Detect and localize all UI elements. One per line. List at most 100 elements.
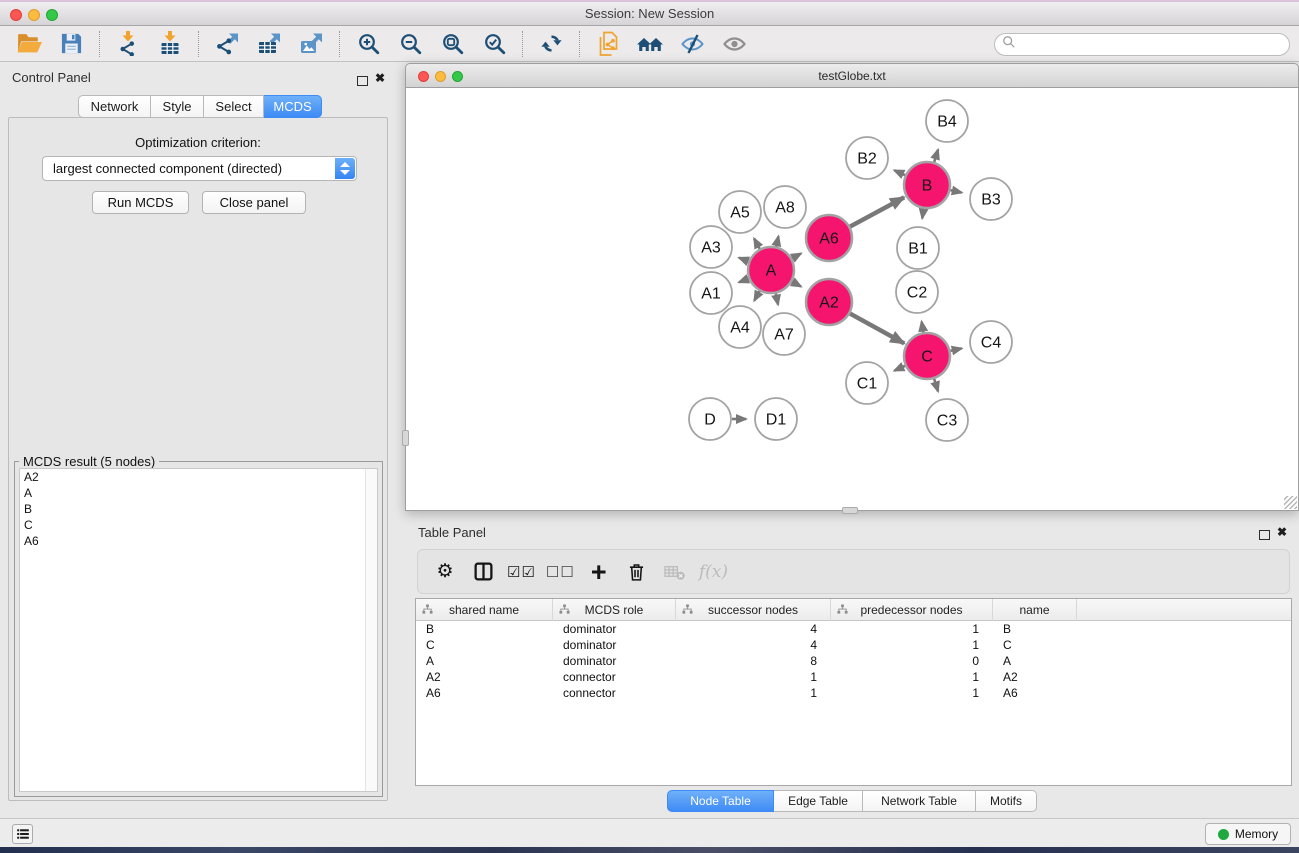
import-network-icon[interactable] (107, 29, 149, 59)
table-panel-float-icon[interactable] (1259, 527, 1270, 545)
settings-icon[interactable]: ⚙ (428, 556, 462, 588)
graph-edge-B-B2[interactable] (894, 170, 905, 175)
select-all-icon[interactable]: ☑☑ (504, 556, 539, 588)
graph-edge-A2-C[interactable] (850, 314, 904, 344)
import-table-icon[interactable] (149, 29, 191, 59)
column-header-predecessor-nodes[interactable]: predecessor nodes (831, 599, 993, 621)
zoom-selected-icon[interactable] (473, 29, 515, 59)
mcds-result-item[interactable]: A2 (20, 469, 377, 485)
task-history-button[interactable] (12, 824, 33, 844)
control-panel-float-icon[interactable] (357, 73, 368, 91)
tab-edge-table[interactable]: Edge Table (774, 790, 863, 812)
zoom-fit-icon[interactable] (431, 29, 473, 59)
graph-node-D[interactable]: D (689, 398, 731, 440)
hide-selected-icon[interactable] (671, 29, 713, 59)
column-header-shared-name[interactable]: shared name (416, 599, 553, 621)
graph-node-C1[interactable]: C1 (846, 362, 888, 404)
table-panel-close-icon[interactable]: ✖ (1277, 525, 1287, 539)
graph-node-B4[interactable]: B4 (926, 100, 968, 142)
graph-edge-A-A4[interactable] (754, 291, 759, 301)
zoom-in-icon[interactable] (347, 29, 389, 59)
graph-node-A3[interactable]: A3 (690, 226, 732, 268)
mcds-result-scrollbar[interactable] (365, 469, 377, 791)
graph-edge-A-A5[interactable] (754, 238, 760, 248)
graph-edge-A-A3[interactable] (739, 258, 749, 262)
search-input[interactable] (1016, 36, 1289, 54)
tab-select[interactable]: Select (204, 95, 264, 118)
graph-edge-B-B1[interactable] (922, 209, 923, 219)
graph-node-A4[interactable]: A4 (719, 306, 761, 348)
delete-row-icon[interactable] (620, 556, 654, 588)
export-table-icon[interactable] (248, 29, 290, 59)
graph-node-A2[interactable]: A2 (806, 279, 852, 325)
table-row[interactable]: A2connector11A2 (416, 669, 1291, 685)
memory-button[interactable]: Memory (1205, 823, 1291, 845)
graph-edge-C-C4[interactable] (950, 348, 961, 350)
tab-network[interactable]: Network (78, 95, 151, 118)
new-network-from-selection-icon[interactable] (587, 29, 629, 59)
graph-node-C[interactable]: C (904, 333, 950, 379)
panel-splitter-handle-left[interactable] (402, 430, 409, 446)
window-resize-grip[interactable] (1284, 496, 1297, 509)
graph-node-B3[interactable]: B3 (970, 178, 1012, 220)
table-row[interactable]: Cdominator41C (416, 637, 1291, 653)
column-header-successor-nodes[interactable]: successor nodes (676, 599, 831, 621)
tab-mcds[interactable]: MCDS (264, 95, 322, 118)
column-header-name[interactable]: name (993, 599, 1077, 621)
optimization-criterion-dropdown[interactable]: largest connected component (directed) (42, 156, 357, 181)
mcds-result-item[interactable]: C (20, 517, 377, 533)
tab-style[interactable]: Style (151, 95, 204, 118)
graph-node-B[interactable]: B (904, 162, 950, 208)
network-window-titlebar[interactable]: testGlobe.txt (405, 63, 1299, 88)
graph-node-A5[interactable]: A5 (719, 191, 761, 233)
export-image-icon[interactable] (290, 29, 332, 59)
graph-node-A[interactable]: A (748, 247, 794, 293)
tab-network-table[interactable]: Network Table (863, 790, 976, 812)
table-row[interactable]: A6connector11A6 (416, 685, 1291, 701)
zoom-out-icon[interactable] (389, 29, 431, 59)
tab-motifs[interactable]: Motifs (976, 790, 1037, 812)
columns-icon[interactable] (466, 556, 500, 588)
graph-node-B1[interactable]: B1 (897, 227, 939, 269)
show-all-icon[interactable] (713, 29, 755, 59)
graph-edge-B-B3[interactable] (950, 190, 961, 192)
refresh-layout-icon[interactable] (530, 29, 572, 59)
graph-edge-A6-B[interactable] (850, 197, 904, 226)
panel-splitter-handle-bottom[interactable] (842, 507, 858, 514)
deselect-all-icon[interactable]: ☐☐ (543, 556, 578, 588)
mcds-result-list[interactable]: A2ABCA6 (19, 468, 378, 792)
open-session-icon[interactable] (8, 29, 50, 59)
mcds-result-item[interactable]: A6 (20, 533, 377, 549)
table-row[interactable]: Adominator80A (416, 653, 1291, 669)
table-row[interactable]: Bdominator41B (416, 621, 1291, 637)
graph-node-A1[interactable]: A1 (690, 272, 732, 314)
tab-node-table[interactable]: Node Table (667, 790, 774, 812)
graph-node-C4[interactable]: C4 (970, 321, 1012, 363)
first-neighbors-icon[interactable] (629, 29, 671, 59)
mcds-result-item[interactable]: A (20, 485, 377, 501)
export-network-icon[interactable] (206, 29, 248, 59)
graph-node-A7[interactable]: A7 (763, 313, 805, 355)
control-panel-close-icon[interactable]: ✖ (375, 71, 385, 85)
graph-edge-A-A7[interactable] (776, 294, 778, 305)
graph-node-C3[interactable]: C3 (926, 399, 968, 441)
add-row-icon[interactable]: + (582, 556, 616, 588)
search-field[interactable] (994, 33, 1290, 56)
graph-edge-A-A6[interactable] (792, 253, 801, 258)
run-mcds-button[interactable]: Run MCDS (92, 191, 189, 214)
graph-edge-C-C1[interactable] (894, 366, 905, 371)
graph-edge-B-B4[interactable] (934, 150, 938, 162)
save-session-icon[interactable] (50, 29, 92, 59)
graph-edge-A-A1[interactable] (739, 279, 749, 283)
graph-node-B2[interactable]: B2 (846, 137, 888, 179)
mcds-result-item[interactable]: B (20, 501, 377, 517)
graph-edge-A-A8[interactable] (776, 236, 778, 246)
graph-node-A6[interactable]: A6 (806, 215, 852, 261)
graph-edge-A-A2[interactable] (792, 282, 801, 287)
graph-edge-C-C2[interactable] (922, 322, 924, 333)
column-header-MCDS-role[interactable]: MCDS role (553, 599, 676, 621)
graph-node-A8[interactable]: A8 (764, 186, 806, 228)
graph-node-C2[interactable]: C2 (896, 271, 938, 313)
graph-node-D1[interactable]: D1 (755, 398, 797, 440)
graph-edge-C-C3[interactable] (934, 379, 938, 391)
